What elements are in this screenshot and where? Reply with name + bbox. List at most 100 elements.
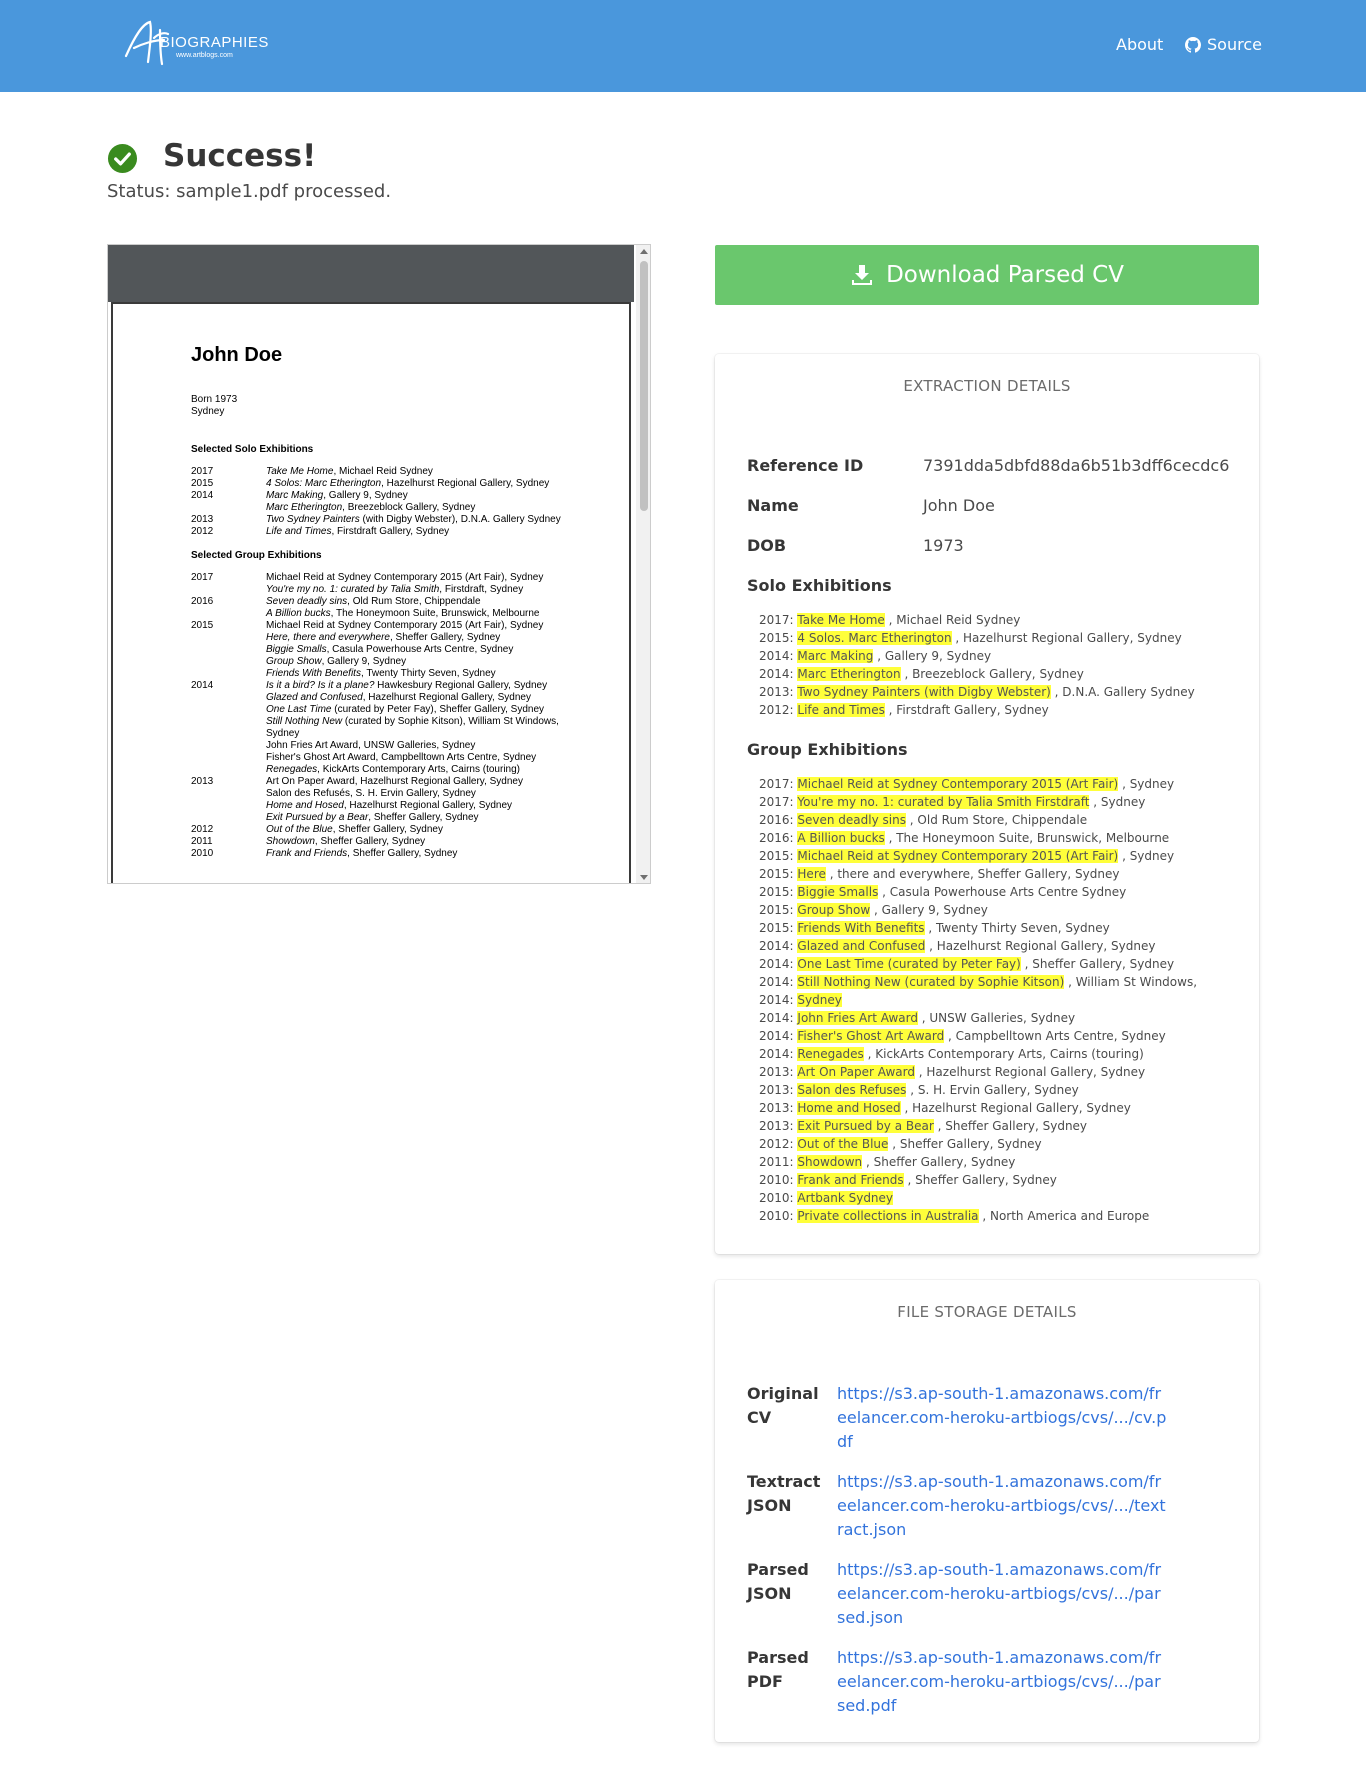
pdf-row: 2016 Seven deadly sins, Old Rum Store, Ch… xyxy=(191,596,611,608)
exhibition-highlight: Here xyxy=(797,867,826,881)
pdf-born: Born 1973 Sydney xyxy=(191,394,237,418)
pdf-row-rest: Fisher's Ghost Art Award, Campbelltown A… xyxy=(266,752,537,763)
pdf-scroll-thumb[interactable] xyxy=(640,261,648,511)
exhibition-highlight: Still Nothing New (curated by Sophie Kit… xyxy=(797,975,1065,989)
exhibition-highlight: Fisher's Ghost Art Award xyxy=(797,1029,945,1043)
storage-item-link[interactable]: https://s3.ap-south-1.amazonaws.com/free… xyxy=(837,1470,1167,1542)
pdf-row-entry: Glazed and Confused, Hazelhurst Regional… xyxy=(266,692,531,704)
check-circle-icon xyxy=(107,143,138,174)
name-value: John Doe xyxy=(923,496,995,515)
navbar: BIOGRAPHIES www.artblogs.com About Sourc… xyxy=(0,0,1366,92)
pdf-row-year xyxy=(191,608,266,620)
exhibition-year: 2010: xyxy=(759,1173,798,1187)
site-logo[interactable]: BIOGRAPHIES www.artblogs.com xyxy=(120,18,270,68)
pdf-row-year: 2014 xyxy=(191,490,214,501)
pdf-row-rest: , Sheffer Gallery, Sydney xyxy=(332,824,443,835)
exhibition-highlight: Life and Times xyxy=(797,703,885,717)
pdf-row-entry: Showdown, Sheffer Gallery, Sydney xyxy=(266,836,425,848)
pdf-row-entry: Biggie Smalls, Casula Powerhouse Arts Ce… xyxy=(266,644,513,656)
scroll-down-icon[interactable] xyxy=(640,875,648,880)
pdf-row-year xyxy=(191,800,266,812)
pdf-row: Sydney xyxy=(191,728,611,740)
pdf-preview[interactable]: John Doe Born 1973 Sydney Selected Solo … xyxy=(107,244,651,884)
exhibition-rest: , Old Rum Store, Chippendale xyxy=(905,813,1088,827)
exhibition-rest: , Casula Powerhouse Arts Centre Sydney xyxy=(878,885,1127,899)
exhibition-row: 2014: Marc Making , Gallery 9, Sydney xyxy=(759,647,1195,665)
pdf-row-year xyxy=(191,692,266,704)
exhibition-row: 2014: Renegades , KickArts Contemporary … xyxy=(759,1045,1197,1063)
pdf-row-rest: , Gallery 9, Sydney xyxy=(321,656,407,667)
storage-item-link[interactable]: https://s3.ap-south-1.amazonaws.com/free… xyxy=(837,1646,1167,1718)
pdf-row: 2015 4 Solos: Marc Etherington, Hazelhurs… xyxy=(191,478,611,490)
exhibition-year: 2016: xyxy=(759,813,798,827)
pdf-row-rest: (curated by Peter Fay), Sheffer Gallery,… xyxy=(331,704,544,715)
exhibition-row: 2013: Home and Hosed , Hazelhurst Region… xyxy=(759,1099,1197,1117)
exhibition-year: 2010: xyxy=(759,1209,798,1223)
exhibition-row: 2014: Still Nothing New (curated by Soph… xyxy=(759,973,1197,991)
exhibition-rest: , Firstdraft Gallery, Sydney xyxy=(884,703,1049,717)
pdf-row: 2013 Art On Paper Award, Hazelhurst Regio… xyxy=(191,776,611,788)
pdf-row: Group Show, Gallery 9, Sydney xyxy=(191,656,611,668)
pdf-row-rest: John Fries Art Award, UNSW Galleries, Sy… xyxy=(266,740,476,751)
pdf-row-rest: , Michael Reid Sydney xyxy=(333,466,433,477)
pdf-row-year: 2016 xyxy=(191,596,214,607)
pdf-row: Still Nothing New (curated by Sophie Kit… xyxy=(191,716,611,728)
exhibition-rest: , Campbelltown Arts Centre, Sydney xyxy=(944,1029,1166,1043)
pdf-row-entry: Michael Reid at Sydney Contemporary 2015… xyxy=(266,620,543,632)
exhibition-highlight: Exit Pursued by a Bear xyxy=(797,1119,934,1133)
exhibition-year: 2017: xyxy=(759,795,798,809)
exhibition-row: 2010: Frank and Friends , Sheffer Galler… xyxy=(759,1171,1197,1189)
storage-item-label: Textract JSON xyxy=(747,1472,821,1515)
nav-source-link[interactable]: Source xyxy=(1185,35,1262,54)
pdf-row-entry: Still Nothing New (curated by Sophie Kit… xyxy=(266,716,559,728)
exhibition-year: 2014: xyxy=(759,1047,798,1061)
pdf-row-title: 4 Solos: Marc Etherington xyxy=(266,478,382,489)
exhibition-row: 2013: Two Sydney Painters (with Digby We… xyxy=(759,683,1195,701)
exhibition-highlight: Private collections in Australia xyxy=(797,1209,979,1223)
pdf-row-rest: (with Digby Webster), D.N.A. Gallery Syd… xyxy=(359,514,561,525)
exhibition-year: 2013: xyxy=(759,1119,798,1133)
exhibition-year: 2017: xyxy=(759,777,798,791)
pdf-row-entry: Is it a bird? Is it a plane? Hawkesbury … xyxy=(266,680,547,692)
exhibition-row: 2017: You're my no. 1: curated by Talia … xyxy=(759,793,1197,811)
pdf-row-title: Is it a bird? Is it a plane? xyxy=(266,680,375,691)
exhibition-highlight: Art On Paper Award xyxy=(797,1065,915,1079)
storage-item-link[interactable]: https://s3.ap-south-1.amazonaws.com/free… xyxy=(837,1558,1167,1630)
dob-label: DOB xyxy=(747,536,787,555)
download-parsed-cv-button[interactable]: Download Parsed CV xyxy=(715,245,1259,305)
exhibition-year: 2014: xyxy=(759,939,798,953)
exhibition-rest: , Gallery 9, Sydney xyxy=(870,903,988,917)
pdf-group-list: 2017 Michael Reid at Sydney Contemporary … xyxy=(191,572,611,860)
pdf-row-entry: Friends With Benefits, Twenty Thirty Sev… xyxy=(266,668,496,680)
exhibition-rest: , S. H. Ervin Gallery, Sydney xyxy=(906,1083,1079,1097)
pdf-row-rest: (curated by Sophie Kitson), William St W… xyxy=(342,716,559,727)
exhibition-year: 2013: xyxy=(759,1065,798,1079)
storage-item-link[interactable]: https://s3.ap-south-1.amazonaws.com/free… xyxy=(837,1382,1167,1454)
exhibition-row: 2010: Private collections in Australia ,… xyxy=(759,1207,1197,1225)
pdf-row-entry: Seven deadly sins, Old Rum Store, Chippe… xyxy=(266,596,481,608)
pdf-row-title: You're my no. 1: curated by Talia Smith xyxy=(266,584,440,595)
exhibition-year: 2014: xyxy=(759,649,798,663)
pdf-row: 2010 Frank and Friends, Sheffer Gallery, … xyxy=(191,848,611,860)
exhibition-year: 2015: xyxy=(759,921,798,935)
storage-item-label: Parsed PDF xyxy=(747,1648,809,1691)
pdf-row-year xyxy=(191,740,266,752)
exhibition-highlight: Artbank Sydney xyxy=(797,1191,894,1205)
exhibition-row: 2016: A Billion bucks , The Honeymoon Su… xyxy=(759,829,1197,847)
storage-item-label: Original CV xyxy=(747,1384,819,1427)
exhibition-highlight: Marc Etherington xyxy=(797,667,901,681)
exhibition-highlight: Out of the Blue xyxy=(797,1137,889,1151)
download-button-label: Download Parsed CV xyxy=(886,262,1124,288)
download-icon xyxy=(852,265,873,285)
exhibition-rest: , Hazelhurst Regional Gallery, Sydney xyxy=(914,1065,1146,1079)
pdf-scrollbar[interactable] xyxy=(636,245,650,883)
pdf-row-year: 2015 xyxy=(191,478,214,489)
scroll-up-icon[interactable] xyxy=(640,249,648,254)
nav-about-link[interactable]: About xyxy=(1116,35,1163,54)
pdf-row: 2014 Is it a bird? Is it a plane? Hawkesb… xyxy=(191,680,611,692)
pdf-row-entry: Exit Pursued by a Bear, Sheffer Gallery,… xyxy=(266,812,479,824)
exhibition-highlight: Take Me Home xyxy=(797,613,885,627)
exhibition-row: 2014: Marc Etherington , Breezeblock Gal… xyxy=(759,665,1195,683)
pdf-row-entry: Group Show, Gallery 9, Sydney xyxy=(266,656,406,668)
pdf-name: John Doe xyxy=(191,344,283,366)
